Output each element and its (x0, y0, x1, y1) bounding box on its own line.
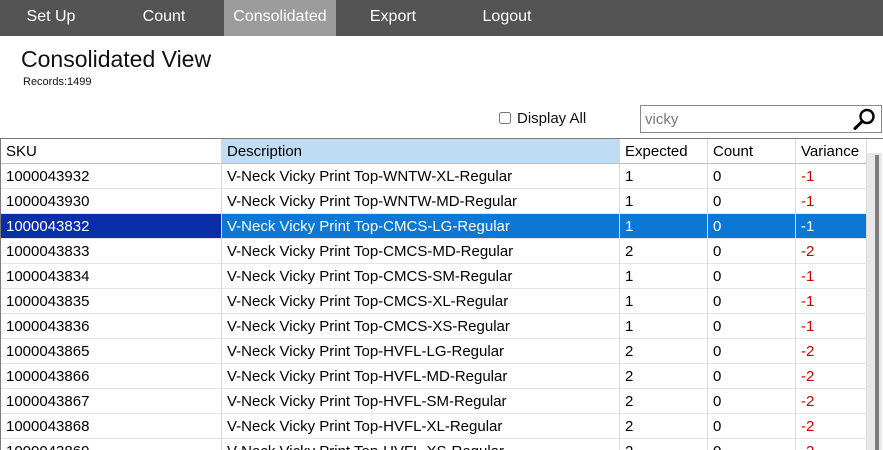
cell-sku: 1000043834 (1, 264, 222, 289)
cell-expected: 1 (620, 164, 708, 189)
cell-variance: -2 (796, 364, 867, 389)
nav-setup[interactable]: Set Up (0, 0, 102, 36)
cell-expected: 2 (620, 439, 708, 450)
table-row[interactable]: 1000043868 V-Neck Vicky Print Top-HVFL-XL… (1, 414, 867, 439)
grid-header-row: SKU Description Expected Count Variance (1, 139, 867, 164)
display-all-checkbox[interactable] (499, 112, 511, 124)
column-header-count[interactable]: Count (708, 139, 796, 164)
cell-description: V-Neck Vicky Print Top-CMCS-SM-Regular (222, 264, 620, 289)
table-row[interactable]: 1000043867 V-Neck Vicky Print Top-HVFL-SM… (1, 389, 867, 414)
top-nav-bar: Set Up Count Consolidated Export Logout (0, 0, 883, 36)
page-title: Consolidated View (21, 46, 212, 72)
consolidated-grid: SKU Description Expected Count Variance … (0, 138, 883, 450)
cell-expected: 1 (620, 289, 708, 314)
nav-export[interactable]: Export (346, 0, 440, 36)
cell-description: V-Neck Vicky Print Top-WNTW-XL-Regular (222, 164, 620, 189)
cell-count: 0 (708, 289, 796, 314)
cell-description: V-Neck Vicky Print Top-HVFL-XL-Regular (222, 414, 620, 439)
display-all-toggle[interactable]: Display All (499, 109, 586, 127)
cell-count: 0 (708, 239, 796, 264)
records-count: Records:1499 (23, 76, 92, 88)
cell-count: 0 (708, 389, 796, 414)
cell-sku: 1000043832 (1, 214, 222, 239)
cell-sku: 1000043869 (1, 439, 222, 450)
cell-description: V-Neck Vicky Print Top-HVFL-LG-Regular (222, 339, 620, 364)
cell-variance: -1 (796, 264, 867, 289)
vertical-scrollbar[interactable] (867, 153, 882, 450)
search-box (640, 105, 882, 133)
cell-variance: -1 (796, 164, 867, 189)
cell-variance: -2 (796, 339, 867, 364)
cell-sku: 1000043865 (1, 339, 222, 364)
nav-count[interactable]: Count (116, 0, 212, 36)
cell-variance: -1 (796, 314, 867, 339)
cell-expected: 1 (620, 189, 708, 214)
table-row[interactable]: 1000043835 V-Neck Vicky Print Top-CMCS-XL… (1, 289, 867, 314)
cell-expected: 2 (620, 339, 708, 364)
cell-description: V-Neck Vicky Print Top-HVFL-XS-Regular (222, 439, 620, 450)
cell-sku: 1000043868 (1, 414, 222, 439)
table-row[interactable]: 1000043832 V-Neck Vicky Print Top-CMCS-LG… (1, 214, 867, 239)
magnifier-icon (853, 108, 875, 130)
cell-description: V-Neck Vicky Print Top-WNTW-MD-Regular (222, 189, 620, 214)
cell-variance: -2 (796, 389, 867, 414)
cell-sku: 1000043866 (1, 364, 222, 389)
cell-expected: 1 (620, 314, 708, 339)
cell-variance: -2 (796, 439, 867, 450)
cell-count: 0 (708, 314, 796, 339)
table-row[interactable]: 1000043932 V-Neck Vicky Print Top-WNTW-XL… (1, 164, 867, 189)
cell-description: V-Neck Vicky Print Top-CMCS-XL-Regular (222, 289, 620, 314)
nav-logout[interactable]: Logout (458, 0, 556, 36)
cell-sku: 1000043835 (1, 289, 222, 314)
cell-count: 0 (708, 414, 796, 439)
search-button[interactable] (851, 107, 879, 131)
cell-count: 0 (708, 339, 796, 364)
cell-sku: 1000043930 (1, 189, 222, 214)
cell-description: V-Neck Vicky Print Top-CMCS-LG-Regular (222, 214, 620, 239)
cell-sku: 1000043836 (1, 314, 222, 339)
table-row[interactable]: 1000043869V-Neck Vicky Print Top-HVFL-XS… (1, 439, 867, 450)
cell-variance: -1 (796, 214, 867, 239)
scrollbar-thumb[interactable] (875, 155, 879, 450)
table-row[interactable]: 1000043865 V-Neck Vicky Print Top-HVFL-LG… (1, 339, 867, 364)
cell-count: 0 (708, 264, 796, 289)
table-row[interactable]: 1000043833 V-Neck Vicky Print Top-CMCS-MD… (1, 239, 867, 264)
cell-count: 0 (708, 189, 796, 214)
cell-expected: 1 (620, 264, 708, 289)
cell-variance: -2 (796, 414, 867, 439)
cell-description: V-Neck Vicky Print Top-HVFL-MD-Regular (222, 364, 620, 389)
cell-variance: -1 (796, 189, 867, 214)
cell-description: V-Neck Vicky Print Top-HVFL-SM-Regular (222, 389, 620, 414)
column-header-variance[interactable]: Variance (796, 139, 867, 164)
cell-sku: 1000043932 (1, 164, 222, 189)
column-header-sku[interactable]: SKU (1, 139, 222, 164)
display-all-label: Display All (517, 109, 587, 127)
cell-expected: 2 (620, 239, 708, 264)
cell-sku: 1000043833 (1, 239, 222, 264)
table-row[interactable]: 1000043834 V-Neck Vicky Print Top-CMCS-SM… (1, 264, 867, 289)
cell-expected: 2 (620, 389, 708, 414)
cell-variance: -1 (796, 289, 867, 314)
nav-consolidated[interactable]: Consolidated (224, 0, 336, 36)
cell-sku: 1000043867 (1, 389, 222, 414)
cell-expected: 2 (620, 364, 708, 389)
table-row[interactable]: 1000043836 V-Neck Vicky Print Top-CMCS-XS… (1, 314, 867, 339)
table-row[interactable]: 1000043866 V-Neck Vicky Print Top-HVFL-MD… (1, 364, 867, 389)
table-row[interactable]: 1000043930 V-Neck Vicky Print Top-WNTW-MD… (1, 189, 867, 214)
cell-description: V-Neck Vicky Print Top-CMCS-MD-Regular (222, 239, 620, 264)
search-input[interactable] (641, 106, 847, 132)
cell-count: 0 (708, 364, 796, 389)
cell-count: 0 (708, 214, 796, 239)
cell-description: V-Neck Vicky Print Top-CMCS-XS-Regular (222, 314, 620, 339)
cell-variance: -2 (796, 239, 867, 264)
column-header-description[interactable]: Description (222, 139, 620, 164)
cell-count: 0 (708, 439, 796, 450)
column-header-expected[interactable]: Expected (620, 139, 708, 164)
cell-expected: 1 (620, 214, 708, 239)
cell-count: 0 (708, 164, 796, 189)
cell-expected: 2 (620, 414, 708, 439)
